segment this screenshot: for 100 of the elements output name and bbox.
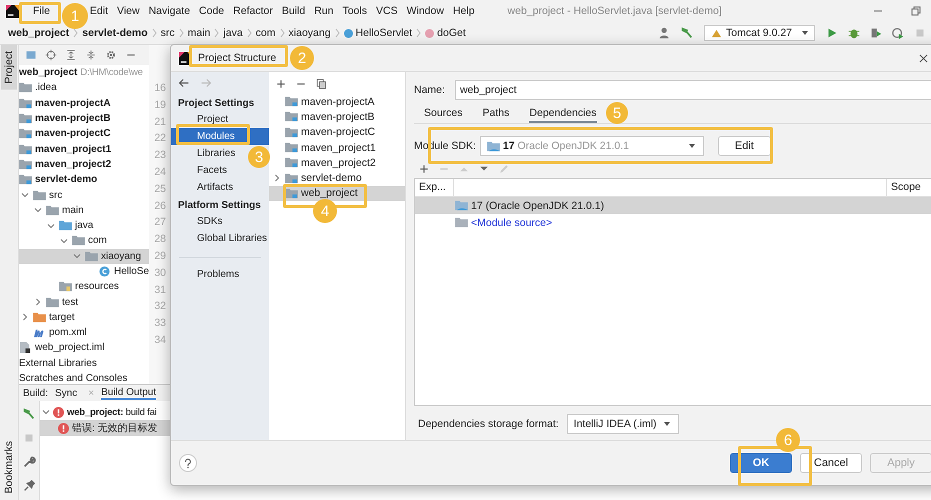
nav-item[interactable]: Facets xyxy=(193,162,232,179)
tree-item[interactable]: maven_project1 xyxy=(35,144,112,155)
project-tool-tab[interactable]: Project xyxy=(1,45,17,90)
menu-item[interactable]: File xyxy=(33,5,50,17)
chevron-icon[interactable] xyxy=(273,174,281,182)
settings-icon[interactable] xyxy=(105,49,117,61)
chevron-icon[interactable] xyxy=(42,408,50,416)
run-config-dropdown[interactable]: Tomcat 9.0.27 xyxy=(704,25,815,41)
build-message[interactable]: web_project: build fai xyxy=(67,406,157,418)
tree-item[interactable]: maven-projectC xyxy=(35,128,111,140)
tree-item[interactable]: resources xyxy=(75,281,119,292)
module-item[interactable]: maven_project2 xyxy=(301,156,376,169)
module-item[interactable]: servlet-demo xyxy=(301,172,362,184)
dialog-button[interactable]: Cancel xyxy=(800,453,862,473)
module-item[interactable]: maven-projectB xyxy=(301,110,375,123)
hammer-icon[interactable] xyxy=(680,26,694,40)
menu-item[interactable]: Code xyxy=(199,5,224,17)
add-icon[interactable] xyxy=(275,78,287,90)
chevron-icon[interactable] xyxy=(21,191,29,200)
sdk-dropdown[interactable]: 17 Oracle OpenJDK 21.0.1 xyxy=(480,136,704,156)
module-item[interactable]: maven-projectC xyxy=(301,126,376,138)
menu-item[interactable]: Build xyxy=(282,5,306,17)
tree-item[interactable]: servlet-demo xyxy=(35,174,98,186)
tree-item[interactable]: Scratches and Consoles xyxy=(19,373,128,384)
coverage-icon[interactable] xyxy=(869,26,883,40)
collapse-all-icon[interactable] xyxy=(85,49,97,61)
tree-item[interactable]: HelloSe xyxy=(114,266,149,277)
breadcrumb[interactable]: java xyxy=(223,27,243,39)
nav-item[interactable]: Global Libraries xyxy=(193,230,272,247)
tree-item[interactable]: target xyxy=(49,312,75,323)
tab[interactable]: Paths xyxy=(482,107,510,123)
dependency-item[interactable]: 17 (Oracle OpenJDK 21.0.1) xyxy=(471,200,604,212)
breadcrumb[interactable]: src xyxy=(160,27,175,39)
menu-item[interactable]: Refactor xyxy=(233,5,273,17)
menu-item[interactable]: Help xyxy=(452,5,475,17)
target-icon[interactable] xyxy=(45,49,57,61)
nav-item[interactable]: SDKs xyxy=(193,213,227,230)
tree-item[interactable]: web_project.iml xyxy=(35,342,104,354)
breadcrumb[interactable]: com xyxy=(256,27,276,39)
help-button[interactable] xyxy=(179,454,197,472)
breadcrumb[interactable]: main xyxy=(188,27,210,39)
tab[interactable]: Sources xyxy=(424,107,463,123)
chevron-icon[interactable] xyxy=(47,222,55,230)
column-header[interactable]: Scope xyxy=(887,179,931,196)
column-header[interactable]: Exp... xyxy=(415,179,454,196)
profiler-icon[interactable] xyxy=(891,26,905,40)
menu-item[interactable]: VCS xyxy=(376,5,398,17)
storage-format-dropdown[interactable]: IntelliJ IDEA (.iml) xyxy=(566,414,679,434)
tree-item[interactable]: maven-projectB xyxy=(35,113,111,124)
nav-item[interactable]: Problems xyxy=(193,266,244,283)
menu-item[interactable]: Navigate xyxy=(148,5,190,17)
tree-item[interactable]: com xyxy=(88,235,107,246)
chevron-icon[interactable] xyxy=(60,236,68,245)
module-item[interactable]: maven_project1 xyxy=(301,142,376,154)
chevron-icon[interactable] xyxy=(34,298,42,306)
tree-item[interactable]: maven-projectA xyxy=(35,98,111,109)
edit-button[interactable]: Edit xyxy=(718,136,771,156)
menu-item[interactable]: Edit xyxy=(90,5,108,17)
restore-icon[interactable] xyxy=(911,6,921,16)
dialog-button[interactable]: OK xyxy=(730,453,792,473)
hammer-icon[interactable] xyxy=(22,407,36,421)
tree-item[interactable]: main xyxy=(62,204,84,216)
nav-item[interactable]: Libraries xyxy=(193,145,240,162)
breadcrumb[interactable]: HelloServlet xyxy=(356,27,412,39)
breadcrumb[interactable]: web_project xyxy=(8,27,70,39)
bookmarks-tool-tab[interactable]: Bookmarks xyxy=(1,435,17,500)
chevron-icon[interactable] xyxy=(34,206,42,214)
build-tab[interactable]: Sync xyxy=(55,388,78,398)
wrench-icon[interactable] xyxy=(22,455,36,469)
menu-item[interactable]: View xyxy=(117,5,140,17)
folder-icon xyxy=(285,157,298,168)
tree-item[interactable]: maven_project2 xyxy=(35,158,112,170)
chevron-icon[interactable] xyxy=(21,313,29,322)
nav-item[interactable]: Artifacts xyxy=(193,179,238,196)
dependency-item[interactable]: <Module source> xyxy=(471,216,552,228)
close-icon[interactable] xyxy=(919,54,928,62)
name-field[interactable]: web_project xyxy=(454,80,931,100)
add-icon[interactable] xyxy=(418,163,430,175)
expand-all-icon[interactable] xyxy=(65,49,77,61)
tree-item[interactable]: pom.xml xyxy=(49,327,87,338)
menu-item[interactable]: Window xyxy=(406,5,444,17)
copy-icon[interactable] xyxy=(315,78,327,90)
menu-item[interactable]: Tools xyxy=(342,5,367,17)
tree-item[interactable]: test xyxy=(62,296,78,308)
breadcrumb[interactable]: xiaoyang xyxy=(288,27,331,39)
nav-item[interactable]: Project xyxy=(193,111,232,128)
tree-item[interactable]: .idea xyxy=(35,82,57,94)
tree-item[interactable]: java xyxy=(75,220,94,232)
tree-item[interactable]: web_project xyxy=(19,67,78,78)
tree-item[interactable]: src xyxy=(49,190,62,201)
build-message[interactable]: 错误: 无效的目标发 xyxy=(72,421,158,435)
breadcrumb[interactable]: servlet-demo xyxy=(82,27,148,39)
module-item[interactable]: maven-projectA xyxy=(301,96,375,108)
tab[interactable]: Dependencies xyxy=(529,107,597,123)
menu-item[interactable]: Run xyxy=(314,5,334,17)
chevron-icon[interactable] xyxy=(73,252,81,260)
breadcrumb[interactable]: doGet xyxy=(437,27,466,39)
pin-icon[interactable] xyxy=(22,479,36,493)
back-icon[interactable] xyxy=(177,76,191,90)
tree-item[interactable]: External Libraries xyxy=(19,358,97,369)
